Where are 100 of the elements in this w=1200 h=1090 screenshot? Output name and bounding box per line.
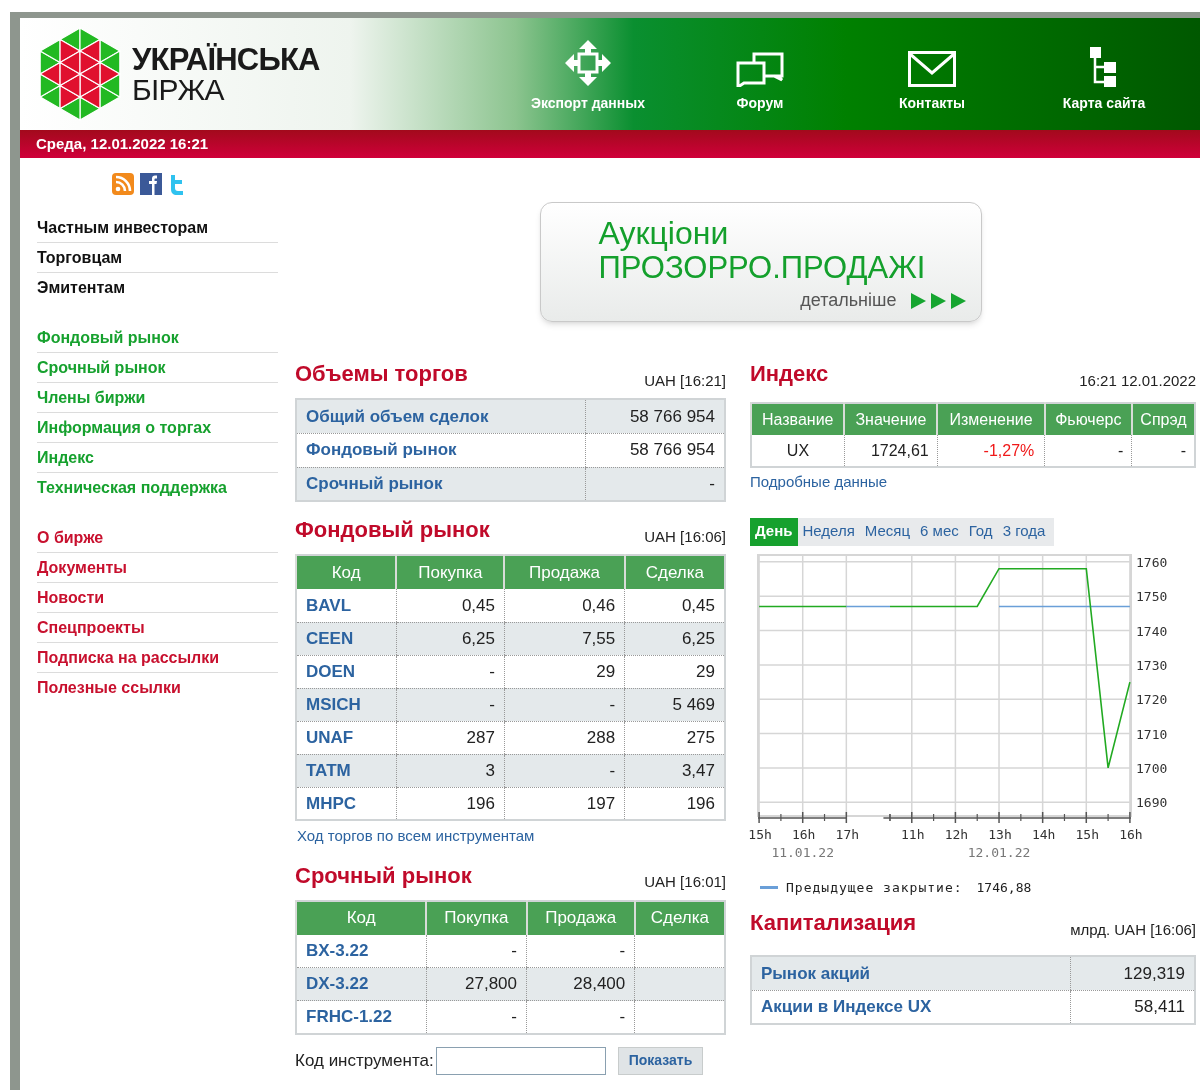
instrument-link[interactable]: CEEN xyxy=(306,628,354,648)
table-cell: 1724,61 xyxy=(844,435,938,467)
facebook-icon[interactable] xyxy=(140,173,162,195)
details-link[interactable]: Подробные данные xyxy=(750,471,1196,494)
banner-title: Аукціони xyxy=(598,215,730,251)
table-cell: 58,411 xyxy=(1070,990,1195,1024)
change-cell: -1,27% xyxy=(937,435,1045,467)
x-tick-label: 17h xyxy=(835,826,860,842)
sidebar-link[interactable]: Документы xyxy=(37,553,278,583)
more-link[interactable]: детальніше xyxy=(800,287,897,314)
bird-icon[interactable] xyxy=(168,173,186,195)
table-cell: - xyxy=(1131,435,1195,467)
section-title: Капитализация xyxy=(750,909,917,937)
table-link[interactable]: Срочный рынок xyxy=(306,474,443,493)
period-tab[interactable]: 6 мес xyxy=(915,517,964,546)
table-cell: 28,400 xyxy=(526,967,635,1001)
y-tick-label: 1740 xyxy=(1136,623,1168,639)
x-tick-label: 15h xyxy=(748,826,772,842)
table-cell: 197 xyxy=(504,787,625,820)
sitemap-icon xyxy=(1090,47,1118,87)
auction-banner[interactable]: Аукціони ПРОЗОРРО.ПРОДАЖІ детальніше xyxy=(539,202,982,322)
banner-title: ПРОЗОРРО.ПРОДАЖІ xyxy=(598,251,923,285)
period-tab[interactable]: День xyxy=(750,517,798,546)
instrument-link[interactable]: BX-3.22 xyxy=(306,941,369,960)
sidebar-link[interactable]: Подписка на рассылки xyxy=(37,643,278,673)
sidebar-link[interactable]: Торговцам xyxy=(37,243,278,273)
table-cell: 196 xyxy=(624,787,725,820)
sidebar-link[interactable]: Срочный рынок xyxy=(37,353,278,383)
timestamp: UAH [16:01] xyxy=(644,872,726,892)
instrument-link[interactable]: DX-3.22 xyxy=(306,974,369,994)
table-cell: - xyxy=(585,467,725,501)
y-tick-label: 1720 xyxy=(1136,691,1168,707)
show-button[interactable]: Показать xyxy=(617,1046,704,1075)
sidebar-link[interactable]: Эмитентам xyxy=(37,273,278,303)
logo-subtitle: БІРЖА xyxy=(132,74,226,105)
move-arrows-icon xyxy=(564,39,612,87)
table-cell: UX xyxy=(751,435,845,467)
instrument-link[interactable]: BAVL xyxy=(306,595,351,615)
y-tick-label: 1700 xyxy=(1136,760,1168,776)
x-tick-label: 14h xyxy=(1031,826,1056,842)
sidebar-link[interactable]: Индекс xyxy=(37,443,278,473)
table-cell: - xyxy=(526,934,635,968)
nav-link[interactable]: Контакты xyxy=(867,45,997,114)
table-link[interactable]: Рынок акций xyxy=(761,963,871,983)
x-tick-label: 13h xyxy=(988,826,1012,842)
timestamp: UAH [16:21] xyxy=(644,370,726,391)
x-tick-label: 11h xyxy=(901,826,925,842)
nav-link[interactable]: Карта сайта xyxy=(1039,41,1169,114)
sidebar-link[interactable]: Техническая поддержка xyxy=(37,473,278,503)
sidebar-link[interactable]: Частным инвесторам xyxy=(37,213,278,243)
section-title: Объемы торгов xyxy=(295,360,468,388)
timestamp: 16:21 12.01.2022 xyxy=(1079,370,1196,391)
timestamp: млрд. UAH [16:06] xyxy=(1070,919,1196,940)
period-tab[interactable]: Год xyxy=(963,517,998,546)
instrument-link[interactable]: UNAF xyxy=(306,727,354,747)
sidebar-link[interactable]: О бирже xyxy=(37,523,278,553)
sidebar-link[interactable]: Новости xyxy=(37,583,278,613)
sidebar-link[interactable]: Спецпроекты xyxy=(37,613,278,643)
date-label: 12.01.22 xyxy=(967,844,1031,860)
table-link[interactable]: Фондовый рынок xyxy=(306,440,457,460)
timestamp: UAH [16:06] xyxy=(644,526,726,547)
sidebar-link[interactable]: Информация о торгах xyxy=(37,413,278,443)
sidebar-link[interactable]: Полезные ссылки xyxy=(37,673,278,703)
y-tick-label: 1690 xyxy=(1136,794,1168,810)
table-link[interactable]: Акции в Индексе UX xyxy=(761,997,932,1016)
section-title: Фондовый рынок xyxy=(295,516,490,544)
logo-title: УКРАЇНСЬКА xyxy=(132,43,320,75)
section-title: Срочный рынок xyxy=(295,861,472,890)
nav-link[interactable]: Форум xyxy=(695,45,825,114)
instrument-link[interactable]: TATM xyxy=(306,760,351,780)
input-field[interactable] xyxy=(435,1046,606,1075)
table-cell: - xyxy=(426,934,527,968)
nav-link[interactable]: Экспорт данных xyxy=(523,33,653,114)
period-tab[interactable]: Неделя xyxy=(797,517,860,546)
rss-icon[interactable] xyxy=(112,173,134,195)
sidebar-link[interactable]: Члены биржи xyxy=(37,383,278,413)
instrument-link[interactable]: DOEN xyxy=(306,661,356,681)
y-tick-label: 1750 xyxy=(1136,588,1168,604)
chat-icon xyxy=(736,51,784,87)
y-tick-label: 1710 xyxy=(1136,726,1168,742)
sidebar-link[interactable]: Фондовый рынок xyxy=(37,323,278,353)
y-tick-label: 1760 xyxy=(1136,554,1168,570)
table-cell: - xyxy=(426,1000,527,1034)
x-tick-label: 16h xyxy=(791,826,816,842)
field-label: Код инструмента: xyxy=(295,1049,434,1072)
x-tick-label: 15h xyxy=(1075,826,1100,842)
period-tab[interactable]: Месяц xyxy=(859,517,916,546)
period-tab[interactable]: 3 года xyxy=(997,517,1051,546)
date-label: 11.01.22 xyxy=(771,844,835,860)
instrument-link[interactable]: MHPC xyxy=(306,793,357,813)
x-tick-label: 16h xyxy=(1119,826,1143,842)
instrument-link[interactable]: FRHC-1.22 xyxy=(306,1007,392,1026)
section-title: Индекс xyxy=(750,360,829,388)
instruments-link[interactable]: Ход торгов по всем инструментам xyxy=(295,825,726,848)
triple-arrow-icon xyxy=(910,292,967,309)
mail-icon xyxy=(908,51,956,87)
legend-value: 1746,88 xyxy=(976,878,1032,897)
table-link[interactable]: Общий объем сделок xyxy=(306,406,489,426)
x-tick-label: 12h xyxy=(944,826,969,842)
instrument-link[interactable]: MSICH xyxy=(306,694,361,714)
